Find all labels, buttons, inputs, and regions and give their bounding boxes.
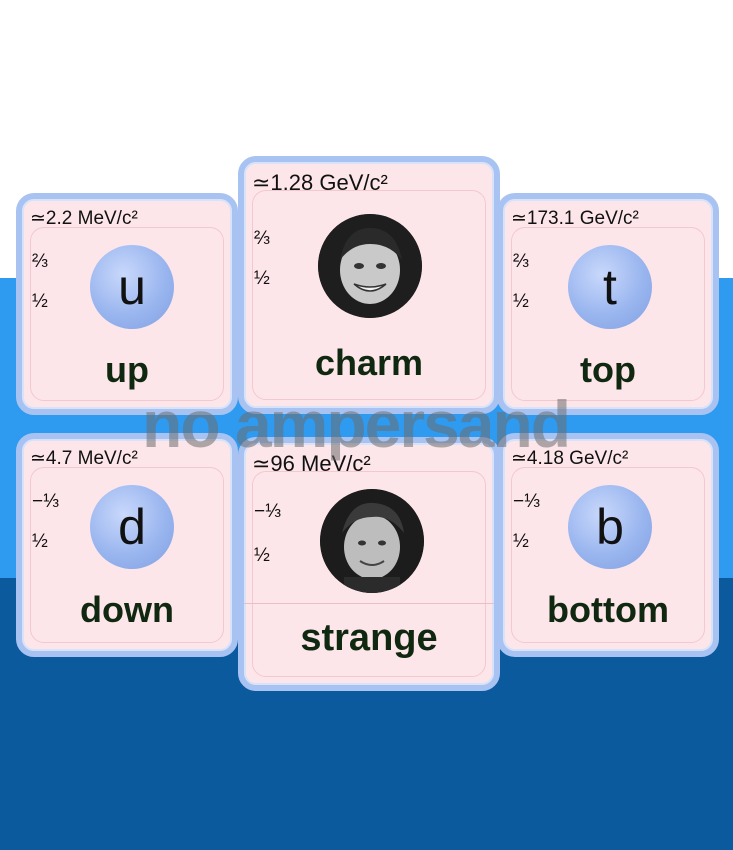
quark-name: bottom [547, 589, 669, 630]
quark-card-top: ≃173.1 GeV/c² ⅔ ½ t top [497, 193, 719, 415]
person-portrait-icon [318, 214, 422, 318]
quark-symbol: t [568, 245, 652, 329]
spin-label: ½ [513, 291, 529, 312]
portrait-photo [320, 489, 424, 593]
quark-name: strange [300, 617, 438, 659]
spin-label: ½ [254, 545, 270, 566]
spin-label: ½ [32, 531, 48, 552]
quark-name: charm [314, 342, 424, 383]
watermark-text: no ampersand [142, 387, 571, 461]
mass-label: ≃4.7 MeV/c² [30, 448, 138, 469]
spin-label: ½ [32, 291, 48, 312]
charge-label: ⅔ [254, 228, 270, 249]
quark-symbol: b [568, 485, 652, 569]
quark-card-up: ≃2.2 MeV/c² ⅔ ½ u up [16, 193, 238, 415]
quark-card-bottom: ≃4.18 GeV/c² −⅓ ½ b bottom [497, 433, 719, 657]
mass-label: ≃1.28 GeV/c² [252, 170, 388, 195]
charge-label: −⅓ [513, 491, 540, 512]
quark-name: down [80, 589, 174, 630]
quark-card-strange: ≃96 MeV/c² −⅓ ½ strange [238, 437, 500, 691]
quark-card-down: ≃4.7 MeV/c² −⅓ ½ d down [16, 433, 238, 657]
mass-label: ≃2.2 MeV/c² [30, 208, 138, 229]
quark-symbol: u [90, 245, 174, 329]
charge-label: −⅓ [32, 491, 59, 512]
quark-symbol: d [90, 485, 174, 569]
spin-label: ½ [513, 531, 529, 552]
spin-label: ½ [254, 268, 270, 289]
quark-name: top [580, 349, 636, 390]
mass-label: ≃173.1 GeV/c² [511, 208, 639, 229]
charge-label: −⅓ [254, 501, 281, 522]
person-portrait-icon [320, 489, 424, 593]
quark-name: up [105, 349, 149, 390]
charge-label: ⅔ [513, 251, 529, 272]
portrait-photo [318, 214, 422, 318]
quark-card-charm: ≃1.28 GeV/c² ⅔ ½ charm [238, 156, 500, 414]
charge-label: ⅔ [32, 251, 48, 272]
divider [244, 603, 494, 604]
